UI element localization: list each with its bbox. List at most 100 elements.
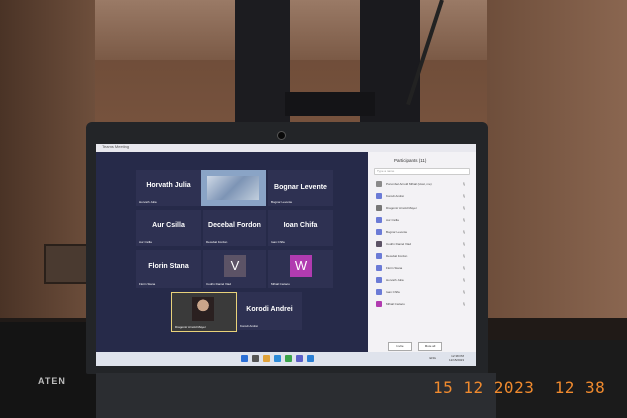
wall-outlet xyxy=(44,244,90,284)
photo-scene: ATEN Teams Meeting Horvath Julia Horvath… xyxy=(0,0,627,418)
clock[interactable]: 12:38 PM 12/15/2023 xyxy=(449,354,464,362)
invite-button[interactable]: Invite xyxy=(388,342,412,351)
mic-icon: 🎙 xyxy=(462,194,466,198)
participant-item[interactable]: Mihail Cazacu 🎙 xyxy=(376,300,472,309)
tile-name: Decebal Fordon xyxy=(208,222,261,229)
participant-avatar xyxy=(376,277,382,283)
participant-item[interactable]: Porumbel Arnold Mihail (Host, me) 🎙 xyxy=(376,180,472,189)
video-tile[interactable]: Decebal Fordon Decebal Fordon xyxy=(203,210,266,246)
mic-icon: 🎙 xyxy=(462,206,466,210)
participant-avatar xyxy=(376,241,382,247)
tile-name: Florin Stana xyxy=(148,263,189,270)
participant-item[interactable]: Aur Csilla 🎙 xyxy=(376,216,472,225)
photo-timestamp: 15 12 2023 12 38 xyxy=(433,378,606,397)
video-tile-shared[interactable] xyxy=(201,170,266,206)
participant-item[interactable]: Horvath Julia 🎙 xyxy=(376,276,472,285)
tile-label: Bognar Levente xyxy=(271,200,293,204)
projector-mount-left xyxy=(235,0,290,130)
participant-avatar xyxy=(376,181,382,187)
participant-name: Florin Stana xyxy=(386,266,403,270)
mic-icon: 🎙 xyxy=(462,182,466,186)
participant-name: Horvath Julia xyxy=(386,278,404,282)
device-brand-label: ATEN xyxy=(38,376,66,386)
tile-name: Korodi Andrei xyxy=(246,306,293,313)
shared-video xyxy=(207,176,259,200)
tile-name: Horvath Julia xyxy=(146,182,191,189)
tile-label: Horvath Julia xyxy=(139,200,157,204)
mic-icon: 🎙 xyxy=(462,302,466,306)
start-icon[interactable] xyxy=(241,355,248,362)
video-tile[interactable]: Horvath Julia Horvath Julia xyxy=(136,170,201,206)
chrome-icon[interactable] xyxy=(285,355,292,362)
tile-label: Florin Stana xyxy=(139,282,156,286)
participant-name: Porumbel Arnold Mihail (Host, me) xyxy=(386,182,432,186)
tile-label: Aur Csilla xyxy=(139,240,152,244)
mail-icon[interactable] xyxy=(307,355,314,362)
mute-all-button[interactable]: Mute all xyxy=(418,342,442,351)
participant-item[interactable]: Codrin Daniel Vlad 🎙 xyxy=(376,240,472,249)
participant-item[interactable]: Dragomir Arnold Mayer 🎙 xyxy=(376,204,472,213)
participant-avatar xyxy=(376,289,382,295)
participants-title: Participants (11) xyxy=(394,158,427,163)
video-tile[interactable]: Korodi Andrei Korodi Andrei xyxy=(237,292,302,330)
video-tile[interactable]: Aur Csilla Aur Csilla xyxy=(136,210,201,246)
participant-avatar xyxy=(376,205,382,211)
participant-search-input[interactable]: Type a name xyxy=(374,168,470,175)
participant-avatar xyxy=(376,217,382,223)
tile-label: Codrin Daniel Vlad xyxy=(206,282,232,286)
participant-item[interactable]: Ioan Chifa 🎙 xyxy=(376,288,472,297)
mic-icon: 🎙 xyxy=(462,290,466,294)
clock-date: 12/15/2023 xyxy=(448,358,464,362)
participant-item[interactable]: Decebal Fordon 🎙 xyxy=(376,252,472,261)
participant-name: Aur Csilla xyxy=(386,218,399,222)
participant-name: Dragomir Arnold Mayer xyxy=(386,206,417,210)
participant-item[interactable]: Bognar Levente 🎙 xyxy=(376,228,472,237)
mic-icon: 🎙 xyxy=(462,278,466,282)
participant-name: Korodi Andrei xyxy=(386,194,405,198)
tile-label: Ioan Chifa xyxy=(271,240,285,244)
tile-label: Decebal Fordon xyxy=(206,240,228,244)
taskbar: ENG 12:38 PM 12/15/2023 xyxy=(96,352,476,366)
tile-name: Ioan Chifa xyxy=(283,222,318,229)
tile-label: Korodi Andrei xyxy=(240,324,259,328)
tile-name: Bognar Levente xyxy=(274,184,327,191)
folder-icon[interactable] xyxy=(263,355,270,362)
video-tile[interactable]: V Codrin Daniel Vlad xyxy=(203,250,266,288)
participant-item[interactable]: Korodi Andrei 🎙 xyxy=(376,192,472,201)
participant-avatar xyxy=(376,193,382,199)
webcam-feed xyxy=(192,297,214,321)
participant-avatar xyxy=(376,229,382,235)
search-icon[interactable] xyxy=(252,355,259,362)
participant-name: Bognar Levente xyxy=(386,230,408,234)
participants-panel: Participants (11) Type a name Porumbel A… xyxy=(368,152,476,352)
video-tile[interactable]: W Mihail Cazacu xyxy=(268,250,333,288)
tile-label: Dragomir Arnold Mayer xyxy=(175,325,206,329)
video-tile[interactable]: Florin Stana Florin Stana xyxy=(136,250,201,288)
right-wall xyxy=(487,0,627,340)
mic-icon: 🎙 xyxy=(462,230,466,234)
mic-icon: 🎙 xyxy=(462,254,466,258)
avatar: V xyxy=(224,255,246,277)
language-indicator[interactable]: ENG xyxy=(429,356,436,360)
video-tile-self[interactable]: Dragomir Arnold Mayer xyxy=(171,292,237,332)
video-tile[interactable]: Ioan Chifa Ioan Chifa xyxy=(268,210,333,246)
browser-icon[interactable] xyxy=(274,355,281,362)
mic-icon: 🎙 xyxy=(462,266,466,270)
window-title: Teams Meeting xyxy=(102,144,130,149)
participant-avatar xyxy=(376,253,382,259)
mic-icon: 🎙 xyxy=(462,218,466,222)
teams-icon[interactable] xyxy=(296,355,303,362)
participant-name: Mihail Cazacu xyxy=(386,302,405,306)
video-tile[interactable]: Bognar Levente Bognar Levente xyxy=(268,170,333,206)
window-titlebar: Teams Meeting xyxy=(96,144,476,152)
search-placeholder: Type a name xyxy=(377,169,395,173)
participant-avatar xyxy=(376,265,382,271)
participant-item[interactable]: Florin Stana 🎙 xyxy=(376,264,472,273)
tile-name: Aur Csilla xyxy=(152,222,185,229)
participant-name: Ioan Chifa xyxy=(386,290,400,294)
laptop-screen: Teams Meeting Horvath Julia Horvath Juli… xyxy=(96,144,476,366)
participant-name: Codrin Daniel Vlad xyxy=(386,242,412,246)
mic-icon: 🎙 xyxy=(462,242,466,246)
tile-label: Mihail Cazacu xyxy=(271,282,290,286)
participant-avatar xyxy=(376,301,382,307)
